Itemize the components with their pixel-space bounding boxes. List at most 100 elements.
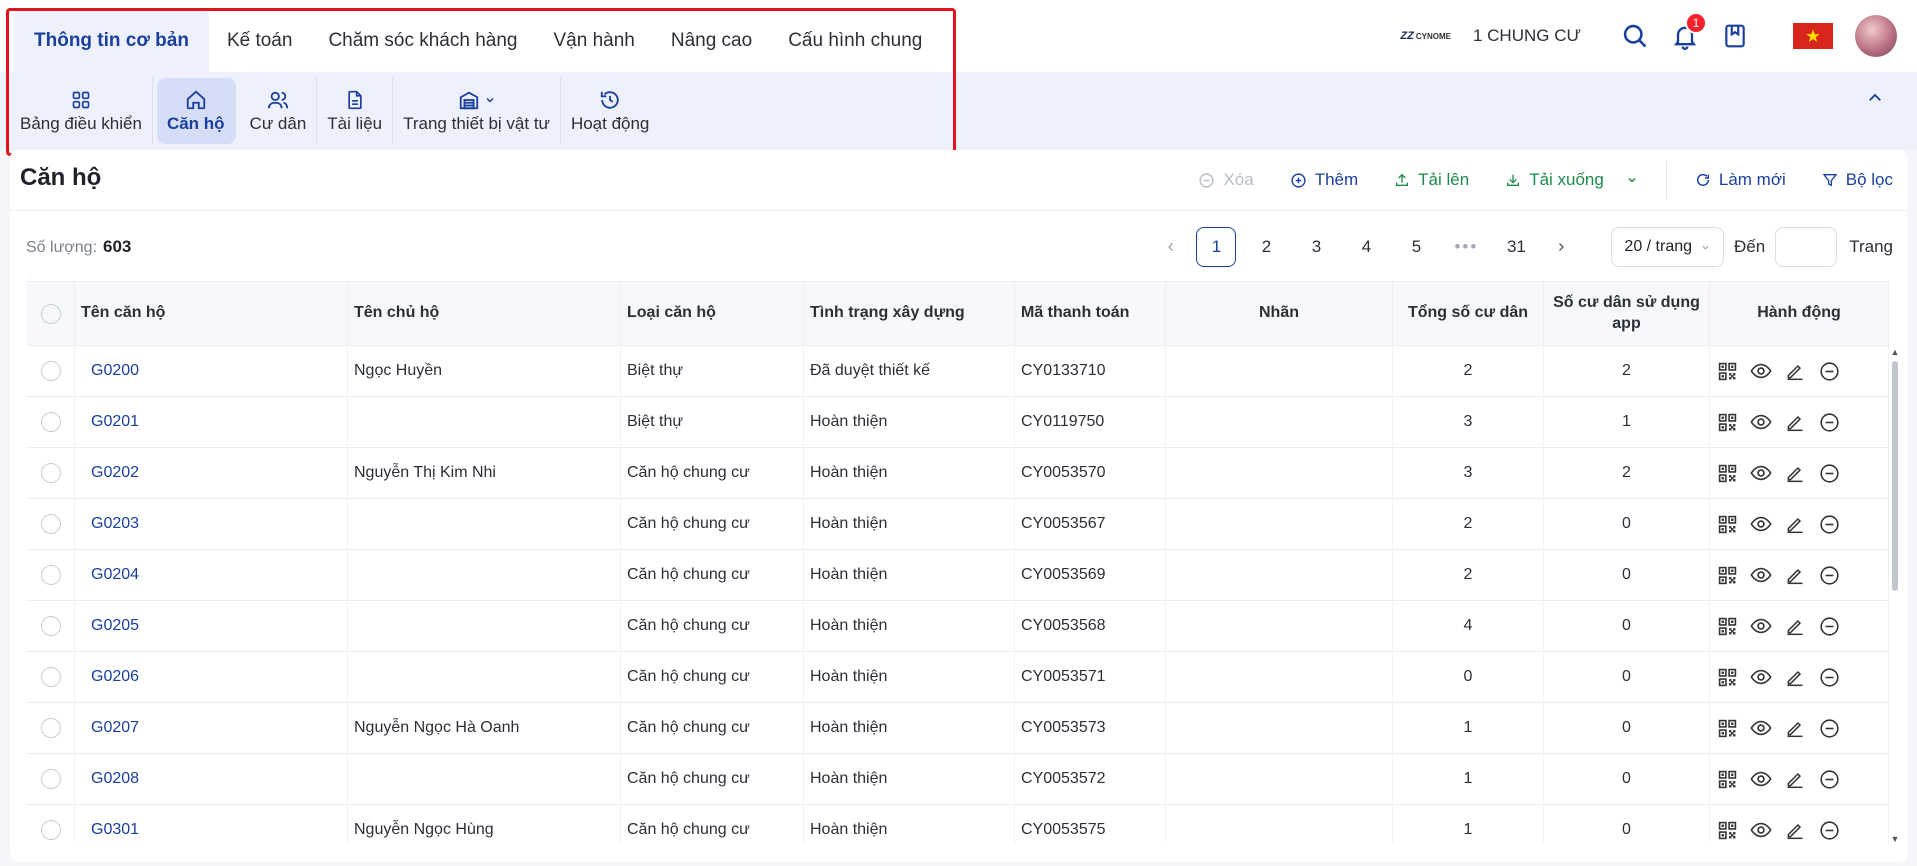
qr-code-icon[interactable] — [1716, 564, 1738, 586]
apartment-name-link[interactable]: G0203 — [75, 499, 348, 549]
remove-minus-circle-icon[interactable] — [1818, 768, 1840, 790]
remove-minus-circle-icon[interactable] — [1818, 666, 1840, 688]
qr-code-icon[interactable] — [1716, 717, 1738, 739]
download-button[interactable]: Tải xuống — [1487, 170, 1656, 190]
table-row[interactable]: G0206 Căn hộ chung cư Hoàn thiện CY00535… — [27, 652, 1889, 703]
qr-code-icon[interactable] — [1716, 513, 1738, 535]
subnav-activity[interactable]: Hoạt động — [561, 78, 659, 144]
table-row[interactable]: G0207 Nguyễn Ngọc Hà Oanh Căn hộ chung c… — [27, 703, 1889, 754]
refresh-button[interactable]: Làm mới — [1677, 170, 1804, 190]
eye-view-icon[interactable] — [1750, 819, 1772, 841]
subnav-equipment[interactable]: Trang thiết bị vật tư — [393, 78, 561, 144]
row-checkbox[interactable] — [40, 616, 61, 636]
table-row[interactable]: G0205 Căn hộ chung cư Hoàn thiện CY00535… — [27, 601, 1889, 652]
apartment-name-link[interactable]: G0205 — [75, 601, 348, 651]
table-row[interactable]: G0201 Biệt thự Hoàn thiện CY0119750 3 1 — [27, 397, 1889, 448]
page-button-1[interactable]: 1 — [1196, 227, 1237, 267]
table-row[interactable]: G0301 Nguyễn Ngọc Hùng Căn hộ chung cư H… — [27, 805, 1889, 843]
edit-pencil-icon[interactable] — [1784, 513, 1806, 535]
search-icon[interactable] — [1619, 20, 1651, 52]
remove-minus-circle-icon[interactable] — [1818, 411, 1840, 433]
subnav-apartments[interactable]: Căn hộ — [156, 78, 236, 144]
remove-minus-circle-icon[interactable] — [1818, 564, 1840, 586]
qr-code-icon[interactable] — [1716, 462, 1738, 484]
building-selector[interactable]: 1 CHUNG CƯ — [1473, 26, 1581, 46]
upload-button[interactable]: Tải lên — [1376, 170, 1487, 190]
filter-button[interactable]: Bộ lọc — [1804, 170, 1907, 190]
qr-code-icon[interactable] — [1716, 768, 1738, 790]
edit-pencil-icon[interactable] — [1784, 360, 1806, 382]
edit-pencil-icon[interactable] — [1784, 462, 1806, 484]
scroll-up-arrow-icon[interactable]: ▲ — [1891, 347, 1900, 357]
collapse-chevron-up-icon[interactable] — [1863, 86, 1887, 110]
remove-minus-circle-icon[interactable] — [1818, 462, 1840, 484]
page-button-4[interactable]: 4 — [1346, 227, 1386, 267]
apartment-name-link[interactable]: G0206 — [75, 652, 348, 702]
eye-view-icon[interactable] — [1750, 462, 1772, 484]
table-row[interactable]: G0204 Căn hộ chung cư Hoàn thiện CY00535… — [27, 550, 1889, 601]
page-size-select[interactable]: 20 / trang — [1611, 227, 1725, 267]
subnav-dashboard[interactable]: Bảng điều khiển — [10, 78, 153, 144]
eye-view-icon[interactable] — [1750, 411, 1772, 433]
row-checkbox[interactable] — [40, 361, 61, 381]
row-checkbox[interactable] — [40, 463, 61, 483]
qr-code-icon[interactable] — [1716, 819, 1738, 841]
row-checkbox[interactable] — [40, 667, 61, 687]
apartment-name-link[interactable]: G0202 — [75, 448, 348, 498]
eye-view-icon[interactable] — [1750, 564, 1772, 586]
remove-minus-circle-icon[interactable] — [1818, 513, 1840, 535]
row-checkbox[interactable] — [40, 769, 61, 789]
eye-view-icon[interactable] — [1750, 768, 1772, 790]
tab-advanced[interactable]: Nâng cao — [653, 10, 770, 72]
table-row[interactable]: G0208 Căn hộ chung cư Hoàn thiện CY00535… — [27, 754, 1889, 805]
tab-customer-care[interactable]: Chăm sóc khách hàng — [310, 10, 535, 72]
remove-minus-circle-icon[interactable] — [1818, 819, 1840, 841]
row-checkbox[interactable] — [40, 412, 61, 432]
page-button-5[interactable]: 5 — [1396, 227, 1436, 267]
apartment-name-link[interactable]: G0204 — [75, 550, 348, 600]
eye-view-icon[interactable] — [1750, 666, 1772, 688]
scroll-down-arrow-icon[interactable]: ▼ — [1891, 834, 1900, 844]
qr-code-icon[interactable] — [1716, 360, 1738, 382]
eye-view-icon[interactable] — [1750, 360, 1772, 382]
edit-pencil-icon[interactable] — [1784, 564, 1806, 586]
select-all-checkbox[interactable] — [40, 303, 61, 324]
page-button-2[interactable]: 2 — [1246, 227, 1286, 267]
row-checkbox[interactable] — [40, 820, 61, 840]
vietnam-flag-icon[interactable] — [1793, 23, 1833, 49]
prev-page-chevron-left-icon[interactable] — [1156, 227, 1186, 267]
edit-pencil-icon[interactable] — [1784, 411, 1806, 433]
eye-view-icon[interactable] — [1750, 513, 1772, 535]
row-checkbox[interactable] — [40, 514, 61, 534]
subnav-documents[interactable]: Tài liệu — [317, 78, 394, 144]
edit-pencil-icon[interactable] — [1784, 819, 1806, 841]
remove-minus-circle-icon[interactable] — [1818, 615, 1840, 637]
edit-pencil-icon[interactable] — [1784, 768, 1806, 790]
page-button-last[interactable]: 31 — [1496, 227, 1536, 267]
tab-basic-info[interactable]: Thông tin cơ bản — [14, 10, 209, 72]
bookmark-book-icon[interactable] — [1719, 20, 1751, 52]
user-avatar[interactable] — [1855, 15, 1897, 57]
row-checkbox[interactable] — [40, 565, 61, 585]
add-button[interactable]: Thêm — [1272, 170, 1376, 190]
delete-button[interactable]: Xóa — [1180, 170, 1271, 190]
apartment-name-link[interactable]: G0301 — [75, 805, 348, 843]
eye-view-icon[interactable] — [1750, 717, 1772, 739]
table-row[interactable]: G0200 Ngọc Huyền Biệt thự Đã duyệt thiết… — [27, 346, 1889, 397]
qr-code-icon[interactable] — [1716, 666, 1738, 688]
remove-minus-circle-icon[interactable] — [1818, 717, 1840, 739]
notification-bell-icon[interactable]: 1 — [1669, 12, 1707, 52]
edit-pencil-icon[interactable] — [1784, 717, 1806, 739]
eye-view-icon[interactable] — [1750, 615, 1772, 637]
page-ellipsis[interactable]: ••• — [1446, 227, 1486, 267]
remove-minus-circle-icon[interactable] — [1818, 360, 1840, 382]
qr-code-icon[interactable] — [1716, 411, 1738, 433]
edit-pencil-icon[interactable] — [1784, 666, 1806, 688]
subnav-residents[interactable]: Cư dân — [240, 78, 318, 144]
next-page-chevron-right-icon[interactable] — [1546, 227, 1576, 267]
apartment-name-link[interactable]: G0201 — [75, 397, 348, 447]
apartment-name-link[interactable]: G0200 — [75, 346, 348, 396]
tab-general-config[interactable]: Cấu hình chung — [770, 10, 940, 72]
edit-pencil-icon[interactable] — [1784, 615, 1806, 637]
goto-page-input[interactable] — [1775, 227, 1838, 267]
